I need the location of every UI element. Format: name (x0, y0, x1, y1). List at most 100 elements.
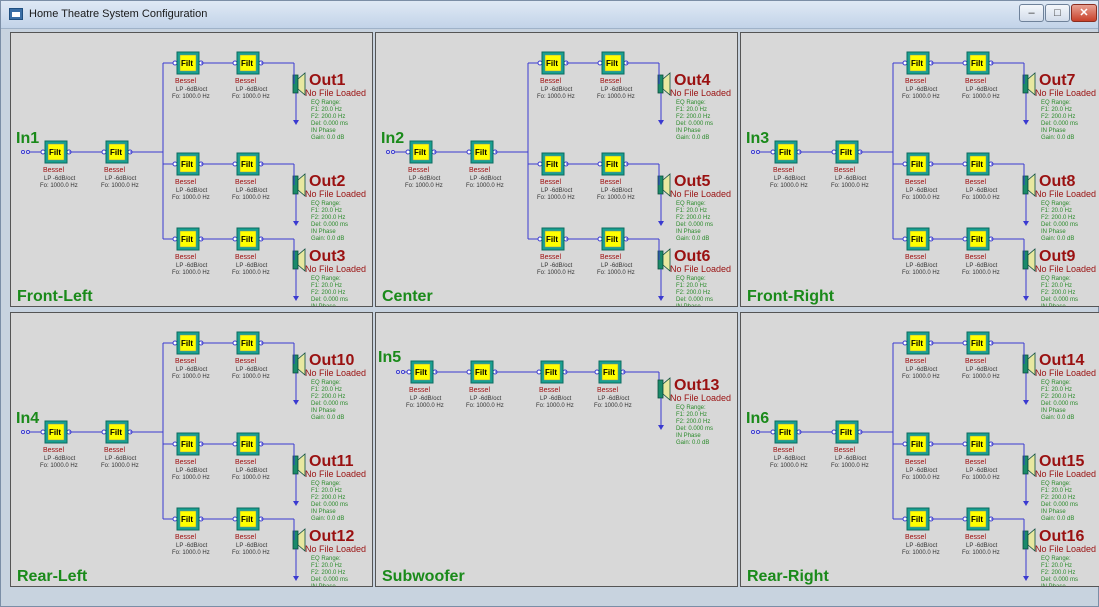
output-info: F1: 20.0 Hz (311, 283, 342, 289)
connector-dot[interactable] (537, 60, 543, 66)
filter-block-label: Filt (241, 515, 253, 524)
connector-dot[interactable] (232, 516, 238, 522)
channel-diagram[interactable]: Rear-LeftFiltBesselLP -6dB/octFo: 1000.0… (11, 313, 373, 587)
input-dot[interactable] (756, 150, 760, 154)
output-info: Del: 0.000 ms (311, 222, 348, 228)
connector-dot[interactable] (40, 149, 46, 155)
connector-dot[interactable] (232, 236, 238, 242)
connector-dot[interactable] (172, 516, 178, 522)
connector-dot[interactable] (902, 516, 908, 522)
maximize-button[interactable]: □ (1045, 4, 1070, 22)
channel-panel[interactable]: Front-Right Filt Bessel LP -6dB/oct Fo: 1000… (740, 32, 1099, 307)
connector-dot[interactable] (962, 441, 968, 447)
connector-dot[interactable] (232, 340, 238, 346)
filter-type-label: Bessel (540, 254, 561, 261)
filter-freq-label: Fo: 1000.0 Hz (770, 183, 808, 189)
filter-type-label: Bessel (409, 387, 430, 394)
connector-dot[interactable] (770, 149, 776, 155)
filter-freq-label: Fo: 1000.0 Hz (902, 195, 940, 201)
filter-freq-label: Fo: 1000.0 Hz (466, 403, 504, 409)
channel-diagram[interactable]: Rear-RightFiltBesselLP -6dB/octFo: 1000.… (741, 313, 1099, 587)
channel-panel[interactable]: Front-Left Filt Bessel LP -6dB/oct Fo: 1000.… (10, 32, 373, 307)
connector-dot[interactable] (594, 369, 600, 375)
connector-dot[interactable] (101, 429, 107, 435)
connector-dot[interactable] (962, 236, 968, 242)
filter-slope-label: LP -6dB/oct (966, 87, 998, 93)
connector-dot[interactable] (172, 161, 178, 167)
channel-panel[interactable]: Rear-Left Filt Bessel LP -6dB/oct Fo: 1000.0… (10, 312, 373, 587)
output-info: IN Phase (1041, 408, 1066, 414)
connector-dot[interactable] (770, 429, 776, 435)
input-dot[interactable] (751, 430, 755, 434)
channel-diagram[interactable]: Front-LeftFiltBesselLP -6dB/octFo: 1000.… (11, 33, 373, 307)
connector-dot[interactable] (537, 236, 543, 242)
channel-panel[interactable]: Center Filt Bessel LP -6dB/oct Fo: 1000.0 Hz… (375, 32, 738, 307)
filter-slope-label: LP -6dB/oct (906, 543, 938, 549)
connector-dot[interactable] (406, 369, 412, 375)
input-dot[interactable] (386, 150, 390, 154)
connector-dot[interactable] (902, 340, 908, 346)
connector-dot[interactable] (405, 149, 411, 155)
output-info: IN Phase (1041, 229, 1066, 235)
connector-dot[interactable] (172, 60, 178, 66)
connector-dot[interactable] (902, 441, 908, 447)
speaker-icon[interactable] (657, 379, 664, 399)
connector-dot[interactable] (40, 429, 46, 435)
channel-diagram[interactable]: SubwooferFiltBesselLP -6dB/octFo: 1000.0… (376, 313, 738, 587)
connector-dot[interactable] (831, 149, 837, 155)
output-info: EQ Range: (676, 100, 706, 106)
connector-dot[interactable] (962, 161, 968, 167)
speaker-cone-icon (1027, 453, 1036, 477)
input-dot[interactable] (396, 370, 400, 374)
connector-dot[interactable] (962, 516, 968, 522)
input-dot[interactable] (21, 150, 25, 154)
title-bar[interactable]: Home Theatre System Configuration – □ ✕ (1, 1, 1098, 29)
output-info: IN Phase (1041, 304, 1066, 307)
filter-slope-label: LP -6dB/oct (598, 396, 630, 402)
connector-dot[interactable] (537, 161, 543, 167)
input-label: In4 (16, 410, 39, 427)
input-dot[interactable] (26, 150, 30, 154)
filter-freq-label: Fo: 1000.0 Hz (902, 374, 940, 380)
input-dot[interactable] (26, 430, 30, 434)
app-icon (9, 8, 23, 20)
filter-slope-label: LP -6dB/oct (906, 468, 938, 474)
channel-diagram[interactable]: CenterFiltBesselLP -6dB/octFo: 1000.0 Hz… (376, 33, 738, 307)
connector-dot[interactable] (902, 236, 908, 242)
speaker-cone-icon (297, 352, 306, 376)
close-button[interactable]: ✕ (1071, 4, 1097, 22)
connector-dot[interactable] (466, 149, 472, 155)
channel-panel[interactable]: Rear-Right Filt Bessel LP -6dB/oct Fo: 1000.… (740, 312, 1099, 587)
connector-dot[interactable] (172, 340, 178, 346)
input-dot[interactable] (401, 370, 405, 374)
connector-dot[interactable] (232, 161, 238, 167)
connector-dot[interactable] (962, 340, 968, 346)
connector-dot[interactable] (232, 441, 238, 447)
output-info: Del: 0.000 ms (1041, 401, 1078, 407)
connector-dot[interactable] (597, 236, 603, 242)
connector-dot[interactable] (172, 441, 178, 447)
connector-dot[interactable] (232, 60, 238, 66)
minimize-button[interactable]: – (1019, 4, 1044, 22)
connector-dot[interactable] (466, 369, 472, 375)
input-dot[interactable] (751, 150, 755, 154)
connector-dot[interactable] (597, 161, 603, 167)
input-dot[interactable] (21, 430, 25, 434)
filter-block-label: Filt (911, 59, 923, 68)
output-info: F1: 20.0 Hz (311, 107, 342, 113)
connector-dot[interactable] (101, 149, 107, 155)
channel-panel[interactable]: Subwoofer Filt Bessel LP -6dB/oct Fo: 1000.0… (375, 312, 738, 587)
connector-dot[interactable] (902, 60, 908, 66)
input-dot[interactable] (756, 430, 760, 434)
output-info: IN Phase (311, 229, 336, 235)
filter-type-label: Bessel (965, 179, 986, 186)
connector-dot[interactable] (962, 60, 968, 66)
output-info: F1: 20.0 Hz (676, 208, 707, 214)
channel-diagram[interactable]: Front-RightFiltBesselLP -6dB/octFo: 1000… (741, 33, 1099, 307)
connector-dot[interactable] (831, 429, 837, 435)
connector-dot[interactable] (536, 369, 542, 375)
input-dot[interactable] (391, 150, 395, 154)
connector-dot[interactable] (597, 60, 603, 66)
connector-dot[interactable] (902, 161, 908, 167)
connector-dot[interactable] (172, 236, 178, 242)
